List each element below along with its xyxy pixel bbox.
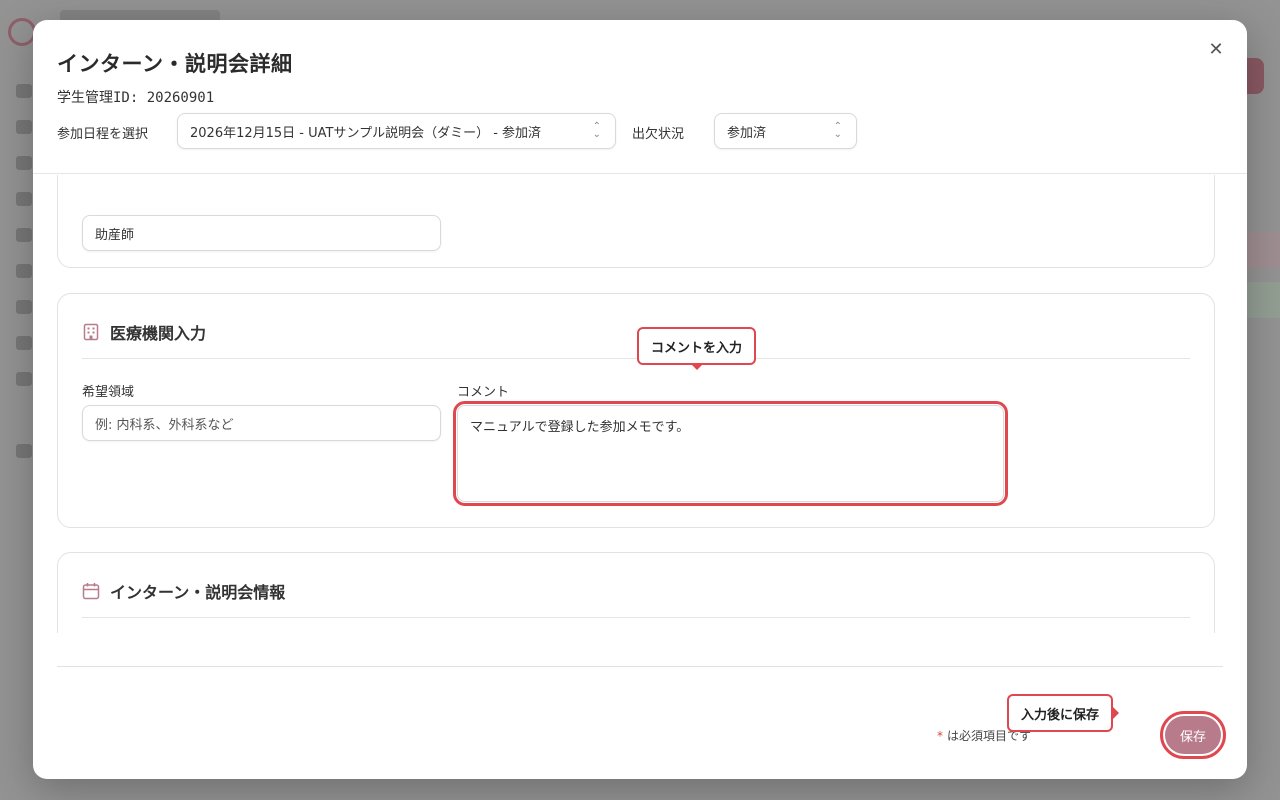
schedule-label: 参加日程を選択 — [57, 127, 149, 142]
profession-field[interactable]: 助産師 — [82, 215, 441, 251]
save-callout: 入力後に保存 — [1007, 694, 1120, 732]
modal-scroll-area[interactable]: 助産師 医療機関入力 希望領域 例: 内科系、外科系など コメント マニュアルで… — [33, 175, 1247, 633]
detail-modal: インターン・説明会詳細 学生管理ID: 20260901 参加日程を選択 202… — [33, 20, 1247, 779]
profession-value: 助産師 — [95, 227, 135, 243]
card-header: 医療機関入力 — [82, 320, 206, 344]
chevron-up-down-icon: ⌃ ⌄ — [833, 121, 842, 140]
save-button[interactable]: 保存 — [1160, 711, 1226, 759]
schedule-select[interactable]: 2026年12月15日 - UATサンプル説明会（ダミー） - 参加済 ⌃ ⌄ — [177, 113, 616, 149]
card-divider — [82, 358, 1190, 359]
student-id: 学生管理ID: 20260901 — [57, 90, 215, 106]
footer-divider — [57, 666, 1223, 667]
modal-title: インターン・説明会詳細 — [57, 52, 293, 76]
card-divider — [82, 617, 1190, 618]
building-icon — [83, 323, 99, 341]
modal-header: インターン・説明会詳細 学生管理ID: 20260901 参加日程を選択 202… — [33, 20, 1247, 174]
close-icon: ✕ — [1208, 38, 1224, 60]
internship-info-card: インターン・説明会情報 — [57, 552, 1215, 633]
card-header: インターン・説明会情報 — [82, 579, 285, 603]
comment-callout: コメントを入力 — [637, 327, 757, 370]
card-title: 医療機関入力 — [110, 324, 207, 343]
chevron-up-down-icon: ⌃ ⌄ — [592, 121, 601, 140]
schedule-select-value: 2026年12月15日 - UATサンプル説明会（ダミー） - 参加済 — [190, 125, 542, 141]
attendance-select[interactable]: 参加済 ⌃ ⌄ — [714, 113, 857, 149]
close-button[interactable]: ✕ — [1205, 38, 1227, 60]
desired-area-input[interactable]: 例: 内科系、外科系など — [82, 405, 441, 441]
calendar-icon — [82, 583, 100, 600]
comment-textarea[interactable]: マニュアルで登録した参加メモです。 — [453, 401, 1008, 506]
desired-area-placeholder: 例: 内科系、外科系など — [95, 417, 234, 433]
card-title: インターン・説明会情報 — [110, 583, 286, 602]
medical-institution-card: 医療機関入力 希望領域 例: 内科系、外科系など コメント マニュアルで登録した… — [57, 293, 1215, 528]
profession-card: 助産師 — [57, 175, 1215, 268]
attendance-select-value: 参加済 — [727, 125, 767, 141]
attendance-label: 出欠状況 — [632, 127, 685, 142]
required-star: * — [937, 729, 943, 743]
comment-label: コメント — [457, 385, 510, 400]
desired-area-label: 希望領域 — [82, 385, 135, 400]
